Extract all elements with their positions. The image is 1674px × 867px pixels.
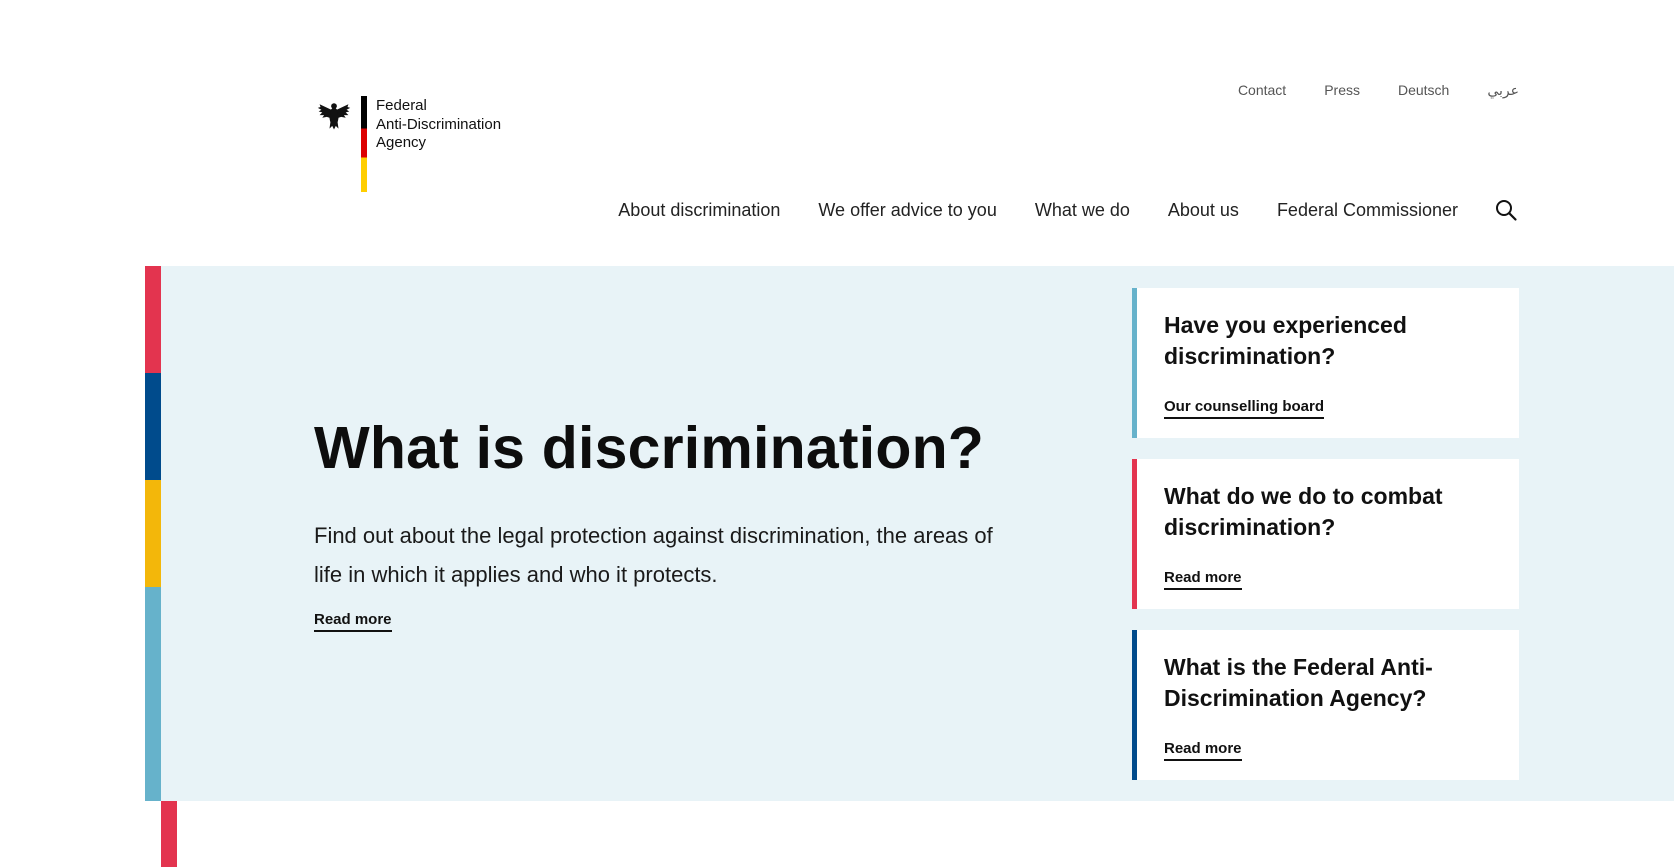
card-read-more-link[interactable]: Read more bbox=[1164, 740, 1242, 761]
stripe-yellow bbox=[145, 480, 161, 587]
color-stripes bbox=[145, 266, 161, 801]
german-flag-bar bbox=[361, 96, 367, 192]
main-navigation: About discrimination We offer advice to … bbox=[580, 198, 1518, 222]
teaser-card-agency[interactable]: What is the Federal Anti-Discrimination … bbox=[1132, 630, 1519, 780]
stripe-teal bbox=[145, 587, 161, 801]
meta-navigation: Contact Press Deutsch عربي bbox=[1200, 82, 1519, 99]
logo-line-federal: Federal bbox=[376, 97, 427, 114]
card-title: Have you experienced discrimination? bbox=[1164, 312, 1407, 369]
hero-title: What is discrimination? bbox=[314, 415, 985, 481]
card-title: What do we do to combat discrimination? bbox=[1164, 483, 1443, 540]
meta-link-deutsch[interactable]: Deutsch bbox=[1398, 82, 1449, 99]
nav-item-advice[interactable]: We offer advice to you bbox=[818, 200, 996, 221]
stripe-red bbox=[145, 266, 161, 373]
hero-read-more-link[interactable]: Read more bbox=[314, 611, 392, 632]
stripe-blue bbox=[145, 373, 161, 480]
card-read-more-link[interactable]: Read more bbox=[1164, 569, 1242, 590]
logo-line-agency: Agency bbox=[376, 134, 427, 151]
search-icon bbox=[1496, 200, 1517, 221]
card-accent-bar bbox=[1132, 288, 1137, 438]
teaser-card-counselling[interactable]: Have you experienced discrimination? Our… bbox=[1132, 288, 1519, 438]
meta-link-contact[interactable]: Contact bbox=[1238, 82, 1286, 99]
nav-item-about-discrimination[interactable]: About discrimination bbox=[618, 200, 780, 221]
counselling-board-link[interactable]: Our counselling board bbox=[1164, 398, 1325, 419]
logo-line-anti-discrimination: Anti-Discrimination bbox=[376, 115, 502, 133]
nav-item-what-we-do[interactable]: What we do bbox=[1035, 200, 1130, 221]
meta-link-arabic[interactable]: عربي bbox=[1487, 82, 1519, 99]
logo-text: Federal Anti-Discrimination Agency bbox=[376, 97, 501, 153]
card-accent-bar bbox=[1132, 459, 1137, 609]
federal-eagle-icon bbox=[317, 103, 351, 130]
hero-description: Find out about the legal protection agai… bbox=[314, 523, 993, 587]
search-button[interactable] bbox=[1494, 198, 1518, 222]
teaser-card-combat[interactable]: What do we do to combat discrimination? … bbox=[1132, 459, 1519, 609]
card-title: What is the Federal Anti-Discrimination … bbox=[1164, 654, 1433, 711]
card-accent-bar bbox=[1132, 630, 1137, 780]
site-logo[interactable]: Federal Anti-Discrimination Agency bbox=[316, 96, 501, 192]
meta-link-press[interactable]: Press bbox=[1324, 82, 1360, 99]
nav-item-about-us[interactable]: About us bbox=[1168, 200, 1239, 221]
nav-item-federal-commissioner[interactable]: Federal Commissioner bbox=[1277, 200, 1458, 221]
stripe-red-lower bbox=[161, 801, 177, 867]
